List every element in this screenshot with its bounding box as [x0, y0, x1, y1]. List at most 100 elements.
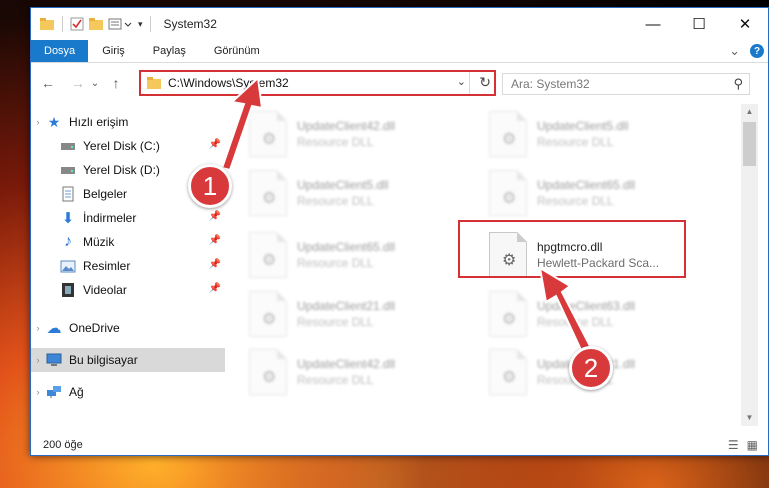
new-folder-icon[interactable]	[88, 17, 104, 31]
file-name: UpdateClient5.dll	[537, 119, 629, 133]
dll-file-icon: ⚙	[249, 170, 287, 216]
sidebar-item-quick-access[interactable]: › ★ Hızlı erişim	[31, 110, 225, 134]
ribbon-right: ⌄ ?	[729, 40, 768, 62]
address-dropdown-icon[interactable]: ⌄	[457, 75, 466, 88]
forward-button[interactable]: →	[67, 75, 89, 91]
back-button[interactable]: ←	[37, 75, 59, 91]
list-item[interactable]: ⚙ UpdateClient5.dll Resource DLL	[249, 167, 469, 219]
file-name: UpdateClient5.dll	[297, 178, 389, 192]
sidebar-item-label: Müzik	[83, 235, 115, 249]
recent-locations-icon[interactable]: ⌄	[89, 78, 101, 89]
address-bar[interactable]: C:\Windows\System32 ⌄ ↻	[139, 70, 496, 96]
sidebar-item-label: Belgeler	[83, 187, 128, 201]
cloud-icon: ☁	[46, 320, 62, 337]
search-icon[interactable]: ⚲	[733, 76, 743, 92]
list-item[interactable]: ⚙ UpdateClient63.dll Resource DLL	[489, 288, 709, 340]
network-icon	[45, 383, 63, 401]
tab-share[interactable]: Paylaş	[139, 40, 200, 62]
sidebar-item-downloads[interactable]: ⬇ İndirmeler 📌	[31, 206, 225, 230]
expand-icon[interactable]: ›	[31, 117, 45, 127]
file-name: UpdateClient42.dll	[297, 119, 396, 133]
window-title: System32	[163, 17, 217, 31]
refresh-icon[interactable]: ↻	[479, 74, 491, 91]
sidebar-item-onedrive[interactable]: › ☁ OneDrive	[31, 316, 225, 340]
help-icon[interactable]: ?	[750, 44, 764, 58]
pin-icon[interactable]: 📌	[209, 235, 221, 246]
minimize-button[interactable]: —	[630, 8, 676, 40]
file-description: Resource DLL	[297, 135, 374, 149]
sidebar-item-network[interactable]: › Ağ	[31, 380, 225, 404]
dll-file-icon: ⚙	[489, 349, 527, 395]
ribbon-expand-icon[interactable]: ⌄	[729, 43, 740, 59]
sidebar-item-label: Resimler	[83, 259, 131, 273]
file-description: Resource DLL	[297, 315, 374, 329]
list-item[interactable]: ⚙ UpdateClient42.dll Resource DLL	[249, 346, 469, 398]
expand-icon[interactable]: ›	[31, 323, 45, 333]
dll-file-icon: ⚙	[249, 232, 287, 278]
details-view-icon[interactable]: ☰	[728, 438, 739, 452]
file-description: Resource DLL	[537, 135, 614, 149]
pin-icon[interactable]: 📌	[209, 259, 221, 270]
sidebar-item-label: Videolar	[83, 283, 127, 297]
up-button[interactable]: ↑	[105, 75, 127, 91]
pin-icon[interactable]: 📌	[209, 211, 221, 222]
customize-qat-icon[interactable]	[108, 17, 134, 31]
tiles-view-icon[interactable]: ▦	[747, 438, 758, 452]
sidebar-item-music[interactable]: ♪ Müzik 📌	[31, 230, 225, 254]
sidebar-item-this-pc[interactable]: › Bu bilgisayar	[31, 348, 225, 372]
qat-dropdown-icon[interactable]: ▾	[138, 19, 143, 30]
qat-divider	[149, 16, 151, 32]
vertical-scrollbar[interactable]: ▲ ▼	[741, 104, 758, 426]
sidebar-item-label: Ağ	[69, 385, 84, 399]
video-icon	[59, 281, 77, 299]
pin-icon[interactable]: 📌	[209, 283, 221, 294]
title-bar: ▾ System32 — ☐ ✕	[31, 8, 768, 40]
folder-icon	[147, 77, 161, 89]
file-name: UpdateClient65.dll	[297, 240, 396, 254]
sidebar-item-label: Bu bilgisayar	[69, 353, 138, 367]
file-description: Resource DLL	[537, 194, 614, 208]
sidebar-item-videos[interactable]: Videolar 📌	[31, 278, 225, 302]
file-description: Resource DLL	[297, 373, 374, 387]
file-description: Resource DLL	[297, 256, 374, 270]
ribbon-tabs: Dosya Giriş Paylaş Görünüm ⌄ ?	[31, 40, 768, 63]
tab-home[interactable]: Giriş	[88, 40, 139, 62]
address-path[interactable]: C:\Windows\System32	[168, 76, 289, 90]
file-highlight-box	[458, 220, 686, 278]
scroll-up-icon[interactable]: ▲	[741, 104, 758, 120]
close-button[interactable]: ✕	[722, 8, 768, 40]
sidebar-item-local-disk-c[interactable]: Yerel Disk (C:) 📌	[31, 134, 225, 158]
navigation-row: ← → ⌄ ↑ C:\Windows\System32 ⌄ ↻ Ara: Sys…	[31, 64, 768, 102]
documents-icon	[59, 185, 77, 203]
list-item[interactable]: ⚙ UpdateClient65.dll Resource DLL	[249, 229, 469, 281]
pin-icon[interactable]: 📌	[209, 139, 221, 150]
list-item[interactable]: ⚙ UpdateClient42.dll Resource DLL	[249, 108, 469, 160]
list-item[interactable]: ⚙ UpdateClient5.dll Resource DLL	[489, 108, 709, 160]
file-name: UpdateClient21.dll	[297, 299, 396, 313]
scroll-thumb[interactable]	[743, 122, 756, 166]
star-icon: ★	[47, 113, 61, 130]
drive-icon	[59, 137, 77, 155]
list-item[interactable]: ⚙ UpdateClient21.dll Resource DLL	[249, 288, 469, 340]
search-input[interactable]: Ara: System32	[511, 77, 590, 91]
computer-icon	[45, 351, 63, 369]
view-switcher: ☰ ▦	[728, 438, 768, 452]
folder-icon	[40, 18, 54, 30]
search-box[interactable]: Ara: System32 ⚲	[502, 73, 750, 95]
quick-access-toolbar: ▾	[31, 16, 154, 32]
maximize-button[interactable]: ☐	[676, 8, 722, 40]
expand-icon[interactable]: ›	[31, 387, 45, 397]
list-item[interactable]: ⚙ UpdateClient65.dll Resource DLL	[489, 167, 709, 219]
tab-file[interactable]: Dosya	[31, 40, 89, 62]
sidebar-item-label: İndirmeler	[83, 211, 137, 225]
navigation-pane: › ★ Hızlı erişim Yerel Disk (C:) 📌 Yerel…	[31, 104, 227, 426]
music-icon: ♪	[64, 233, 72, 250]
sidebar-item-pictures[interactable]: Resimler 📌	[31, 254, 225, 278]
scroll-down-icon[interactable]: ▼	[741, 410, 758, 426]
dll-file-icon: ⚙	[249, 291, 287, 337]
properties-icon[interactable]	[70, 17, 84, 31]
tab-view[interactable]: Görünüm	[200, 40, 274, 62]
callout-badge-1: 1	[188, 164, 232, 208]
download-icon: ⬇	[61, 210, 75, 227]
expand-icon[interactable]: ›	[31, 355, 45, 365]
